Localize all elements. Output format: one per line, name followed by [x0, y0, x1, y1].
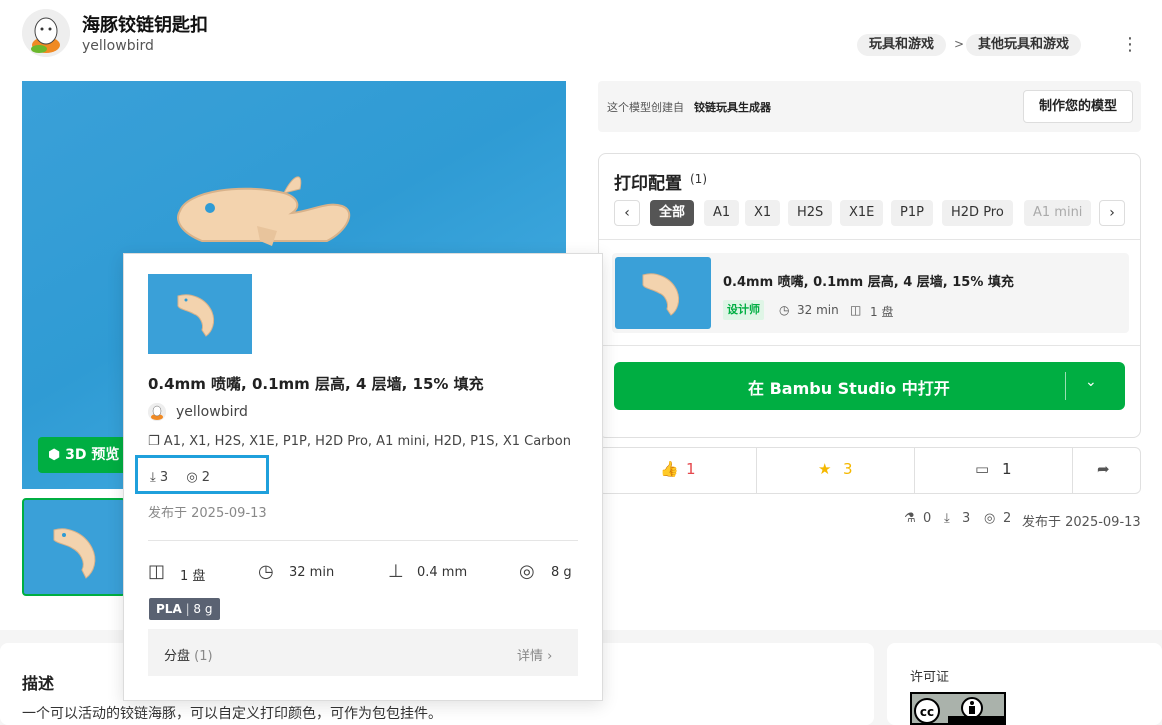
popup-stats: ⤓ 3 ◎ 2 [150, 470, 210, 485]
make-count: 2 [1003, 511, 1012, 526]
breadcrumb-category[interactable]: 玩具和游戏 [857, 34, 947, 56]
collect-count: 3 [843, 460, 853, 478]
print-profile-count: (1) [690, 172, 707, 186]
filament-weight: 8 g [193, 602, 213, 616]
publish-date: 发布于 2025-09-13 [1022, 515, 1141, 530]
details-link[interactable]: 详情 › [517, 645, 552, 664]
download-icon: ⤓ [150, 470, 160, 485]
author-avatar[interactable] [22, 9, 70, 57]
popup-make-count: 2 [201, 470, 211, 485]
filter-chip-a1-mini[interactable]: A1 mini [1024, 200, 1092, 226]
designer-badge: 设计师 [723, 300, 764, 320]
divider [914, 448, 915, 493]
popup-publish-date: 发布于 2025-09-13 [148, 506, 267, 521]
popup-time: 32 min [289, 565, 335, 580]
svg-text:cc: cc [920, 705, 934, 719]
plate-section-count: (1) [194, 649, 213, 664]
divider [756, 448, 757, 493]
filter-chip-h2d-pro[interactable]: H2D Pro [942, 200, 1013, 226]
plate-icon: ◫ [850, 303, 862, 317]
compatible-printers: ❐ A1, X1, H2S, X1E, P1P, H2D Pro, A1 min… [148, 434, 571, 449]
generator-text: 这个模型创建自 [607, 101, 684, 114]
make-icon: ◎ [186, 470, 202, 485]
download-icon: ⤓ [944, 511, 950, 526]
popup-title: 0.4mm 喷嘴, 0.1mm 层高, 4 层墙, 15% 填充 [148, 375, 484, 393]
collect-icon[interactable]: ★ [818, 460, 831, 478]
chevron-right-icon: › [547, 649, 553, 664]
like-icon[interactable]: 👍 [660, 460, 679, 478]
action-bar [598, 447, 1141, 494]
breadcrumb-subcategory[interactable]: 其他玩具和游戏 [966, 34, 1082, 56]
description-text: 一个可以活动的铰链海豚，可以自定义打印颜色，可作为包包挂件。 [22, 706, 442, 722]
description-title: 描述 [22, 674, 55, 693]
printer-icon: ❐ [148, 434, 164, 449]
popup-author-avatar [148, 403, 166, 421]
comment-icon[interactable]: ▭ [975, 460, 989, 478]
filament-type: PLA [156, 602, 182, 616]
filter-chip-a1[interactable]: A1 [704, 200, 740, 226]
plate-count: 1 盘 [870, 305, 894, 319]
chevron-down-icon[interactable]: ⌄ [1085, 374, 1097, 390]
button-separator [1065, 372, 1066, 400]
compatible-printers-list: A1, X1, H2S, X1E, P1P, H2D Pro, A1 mini,… [163, 434, 571, 449]
more-options-icon[interactable]: ⋮ [1120, 34, 1140, 58]
filament-icon: ◎ [519, 561, 535, 582]
profile-name: 0.4mm 喷嘴, 0.1mm 层高, 4 层墙, 15% 填充 [723, 275, 1014, 290]
make-model-button[interactable]: 制作您的模型 [1023, 90, 1133, 123]
filter-chip-h2s[interactable]: H2S [788, 200, 833, 226]
model-title: 海豚铰链钥匙扣 [82, 15, 208, 36]
popup-author[interactable]: yellowbird [176, 404, 248, 420]
filter-next-arrow[interactable]: › [1099, 200, 1125, 226]
clock-icon: ◷ [258, 561, 274, 582]
3d-preview-label: 3D 预览 [65, 447, 120, 463]
popup-nozzle: 0.4 mm [417, 565, 468, 580]
plate-section-label: 分盘 (1) [164, 645, 213, 664]
plate-section-title: 分盘 [164, 649, 191, 664]
profile-thumbnail [615, 257, 711, 329]
divider [599, 239, 1140, 240]
print-count: 0 [923, 511, 932, 526]
license-title: 许可证 [910, 670, 950, 685]
print-icon: ⚗ [904, 511, 916, 526]
filament-badge: PLA | 8 g [149, 598, 220, 620]
share-icon[interactable]: ➦ [1097, 460, 1110, 478]
divider [599, 345, 1140, 346]
popup-weight: 8 g [551, 565, 572, 580]
3d-preview-button[interactable]: ⬢ 3D 预览 [38, 437, 134, 473]
cc-license-icon[interactable]: cc [910, 692, 1006, 725]
gallery-thumbnail[interactable] [22, 498, 126, 596]
download-count: 3 [962, 511, 971, 526]
clock-icon: ◷ [779, 303, 790, 317]
filter-chip-all[interactable]: 全部 [650, 200, 695, 226]
author-name[interactable]: yellowbird [82, 38, 154, 54]
divider [1072, 448, 1073, 493]
popup-plates: 1 盘 [180, 569, 206, 584]
nozzle-icon: ⊥ [388, 561, 404, 582]
cube-icon: ⬢ [48, 447, 61, 463]
filter-chip-x1[interactable]: X1 [745, 200, 781, 226]
print-profile-title: 打印配置 [614, 174, 682, 194]
print-time: 32 min [797, 303, 839, 317]
comment-count: 1 [1002, 460, 1012, 478]
like-count: 1 [686, 460, 696, 478]
popup-download-count: 3 [159, 470, 169, 485]
filter-prev-arrow[interactable]: ‹ [614, 200, 640, 226]
breadcrumb-separator: > [954, 37, 965, 51]
filter-chip-p1p[interactable]: P1P [891, 200, 933, 226]
filter-chip-x1e[interactable]: X1E [840, 200, 884, 226]
make-icon: ◎ [984, 511, 996, 526]
plate-icon: ◫ [148, 561, 166, 582]
open-in-bambu-studio-label: 在 Bambu Studio 中打开 [748, 379, 950, 398]
generator-tool-link[interactable]: 铰链玩具生成器 [694, 99, 771, 115]
details-label: 详情 [517, 649, 544, 664]
popup-thumbnail [148, 274, 252, 354]
divider [148, 540, 578, 541]
